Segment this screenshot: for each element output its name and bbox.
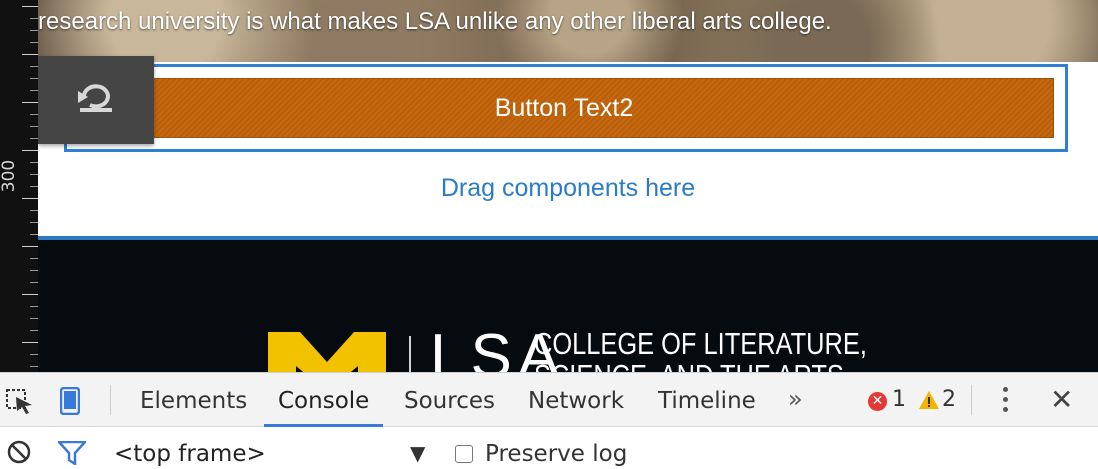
undo-button[interactable] [38,56,154,144]
filter-icon[interactable] [56,440,88,469]
chevron-down-icon[interactable]: ▼ [410,441,425,465]
page-viewport: research university is what makes LSA un… [38,0,1098,372]
tab-network[interactable]: Network [528,373,624,427]
hero-image: research university is what makes LSA un… [38,0,1098,62]
devtools-panel: Elements Console Sources Network Timelin… [0,372,1098,467]
tab-elements[interactable]: Elements [140,373,247,427]
device-mode-icon[interactable] [59,386,81,419]
console-filter-bar: <top frame> ▼ Preserve log [0,427,1098,467]
tab-sources[interactable]: Sources [404,373,495,427]
hero-text: research university is what makes LSA un… [38,8,832,35]
block-m-logo [268,332,386,372]
vertical-ruler: 300 [0,0,38,372]
clear-console-icon[interactable] [6,439,32,469]
preserve-log-checkbox[interactable] [455,445,473,463]
frame-select[interactable]: <top frame> [114,441,266,467]
college-name-line2: SCIENCE, AND THE ARTS [534,360,844,372]
logo-divider [409,336,411,372]
close-icon[interactable]: ✕ [1050,383,1073,416]
devtools-toolbar: Elements Console Sources Network Timelin… [0,373,1098,427]
more-tabs-button[interactable]: » [788,385,803,413]
undo-icon [76,83,116,118]
inspect-icon[interactable] [6,389,34,419]
ruler-label: 300 [0,159,20,193]
component-drop-zone[interactable]: Button Text2 Drag components here [38,56,1098,240]
college-name-line1: COLLEGE OF LITERATURE, [534,326,867,361]
preserve-log-label[interactable]: Preserve log [485,441,627,467]
drag-components-hint: Drag components here [440,174,696,202]
button-text2[interactable]: Button Text2 [74,78,1054,138]
warning-count[interactable]: 2 [942,387,956,412]
more-options-icon[interactable] [1003,387,1009,417]
error-icon: ✕ [868,392,887,411]
site-footer: LSA COLLEGE OF LITERATURE, SCIENCE, AND … [38,240,1098,372]
warning-icon [918,390,940,414]
error-count[interactable]: 1 [892,387,906,412]
tab-timeline[interactable]: Timeline [658,373,756,427]
tab-console[interactable]: Console [263,373,384,427]
